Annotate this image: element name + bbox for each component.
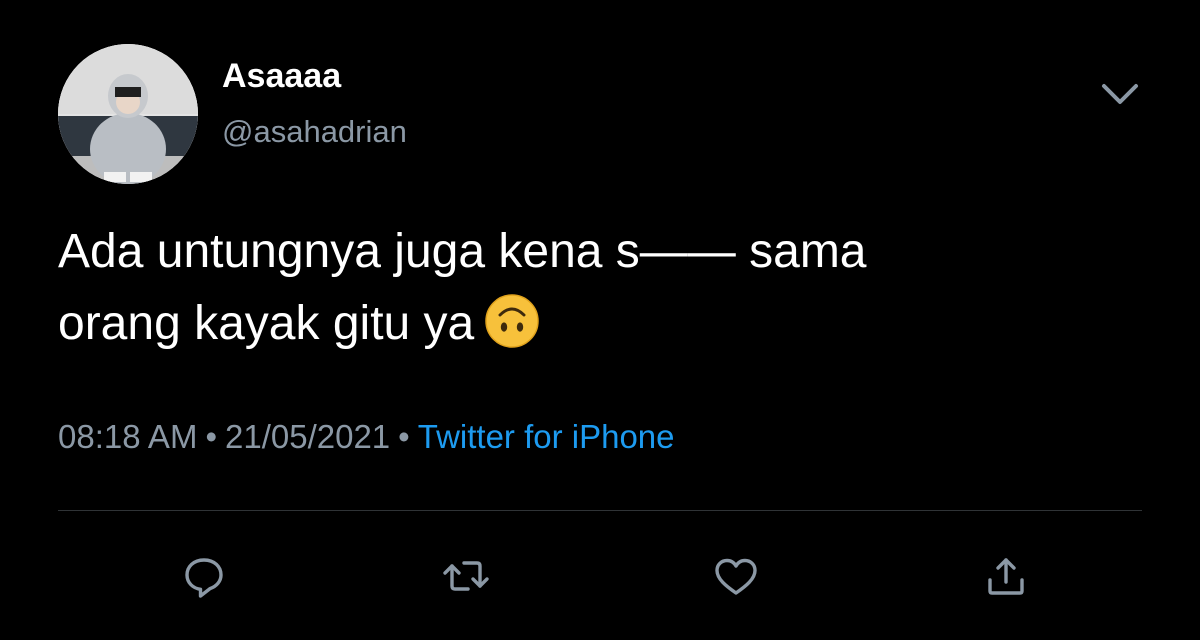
tweet-detail: Asaaaa @asahadrian Ada untungnya juga ke… [0,0,1200,640]
tweet-time[interactable]: 08:18 AM [58,418,197,455]
tweet-text-line-2-text: orang kayak gitu ya [58,297,475,350]
share-icon[interactable] [978,548,1034,604]
separator-dot: • [205,418,217,455]
retweet-icon[interactable] [438,548,494,604]
tweet-source-link[interactable]: Twitter for iPhone [418,418,675,455]
chevron-down-icon[interactable] [1096,74,1144,114]
author-display-name[interactable]: Asaaaa [222,56,341,96]
avatar[interactable] [58,44,198,184]
action-bar [0,540,1200,610]
upside-down-face-emoji [484,293,540,349]
reply-icon[interactable] [176,548,232,604]
heart-icon[interactable] [708,548,764,604]
tweet-text-line-1: Ada untungnya juga kena s—— sama [58,225,867,278]
tweet-text-line-2: orang kayak gitu ya [58,288,1148,360]
author-handle[interactable]: @asahadrian [222,112,407,152]
tweet-date[interactable]: 21/05/2021 [225,418,390,455]
divider [58,510,1142,511]
tweet-text: Ada untungnya juga kena s—— sama orang k… [58,216,1148,360]
separator-dot: • [398,418,410,455]
tweet-metadata: 08:18 AM • 21/05/2021 • Twitter for iPhone [58,415,675,459]
avatar-photo [58,44,198,184]
